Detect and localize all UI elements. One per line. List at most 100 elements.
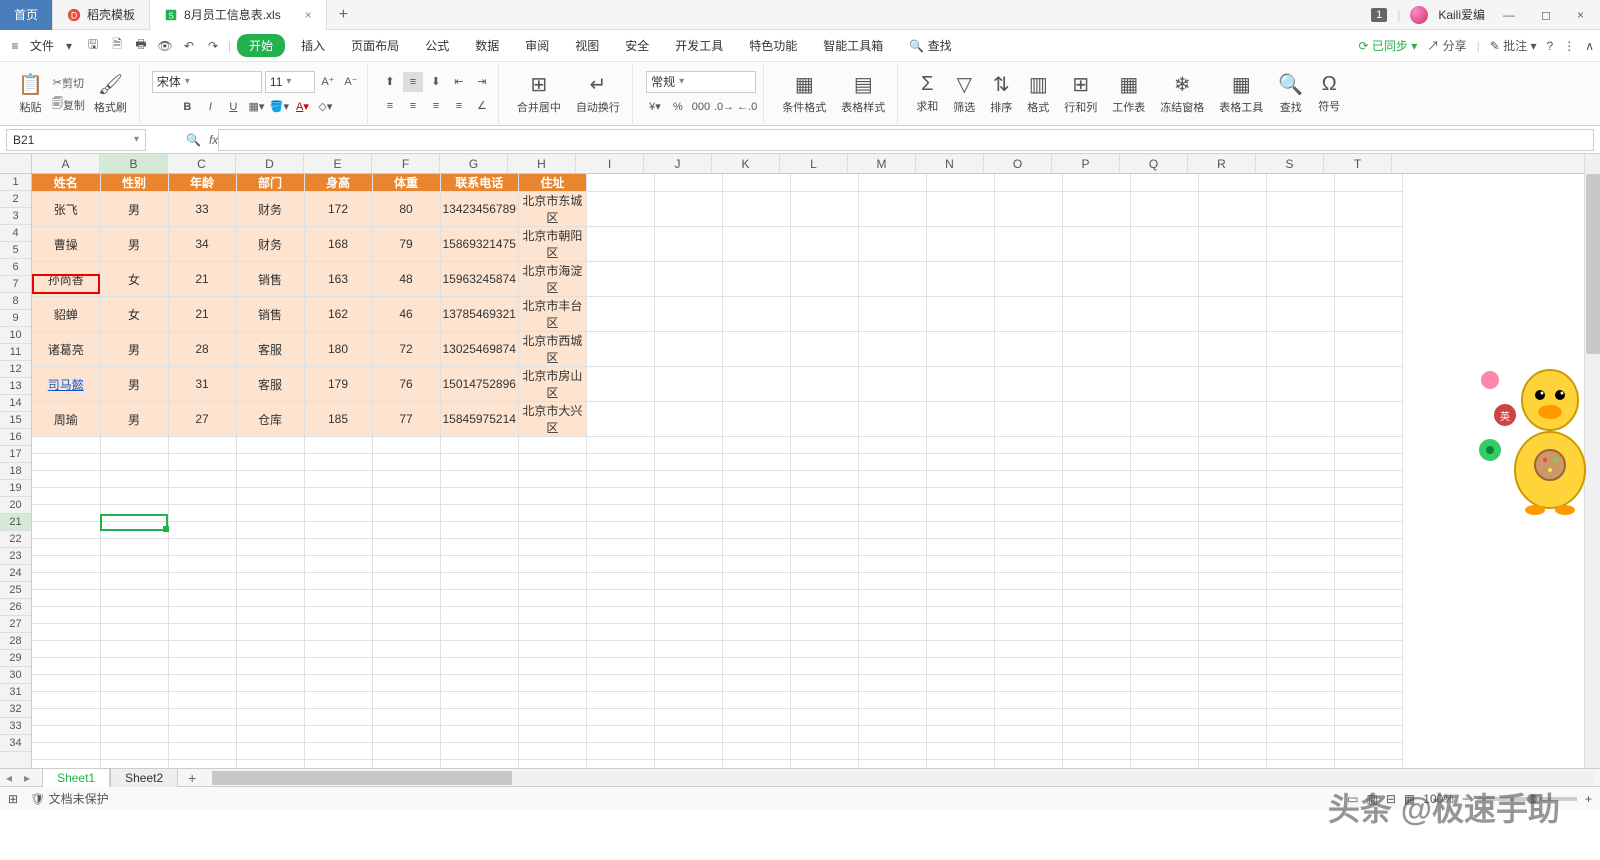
col-header-T[interactable]: T — [1324, 154, 1392, 173]
row-header-25[interactable]: 25 — [0, 582, 31, 599]
cell[interactable] — [1266, 402, 1334, 437]
row-header-12[interactable]: 12 — [0, 361, 31, 378]
col-header-N[interactable]: N — [916, 154, 984, 173]
cell[interactable] — [994, 402, 1062, 437]
cell[interactable] — [1266, 590, 1334, 607]
cell[interactable] — [926, 590, 994, 607]
tabletool-button[interactable]: ▦表格工具 — [1213, 70, 1269, 117]
cell[interactable] — [1198, 590, 1266, 607]
cell[interactable] — [372, 471, 440, 488]
cell[interactable] — [1130, 522, 1198, 539]
cell[interactable] — [440, 743, 518, 760]
cell[interactable]: 北京市西城区 — [518, 332, 586, 367]
cell[interactable] — [1130, 675, 1198, 692]
cell[interactable]: 男 — [100, 367, 168, 402]
cell[interactable] — [1130, 590, 1198, 607]
cell[interactable] — [1266, 556, 1334, 573]
cell[interactable]: 34 — [168, 227, 236, 262]
cell[interactable] — [1062, 556, 1130, 573]
cell[interactable] — [926, 297, 994, 332]
cell[interactable] — [1198, 522, 1266, 539]
paste-button[interactable]: 📋粘贴 — [12, 70, 49, 117]
sort-button[interactable]: ⇅排序 — [984, 70, 1018, 117]
cell[interactable] — [1198, 675, 1266, 692]
cell[interactable] — [1266, 174, 1334, 192]
find-button[interactable]: 🔍查找 — [1272, 70, 1309, 117]
cell[interactable] — [926, 539, 994, 556]
cell[interactable] — [790, 297, 858, 332]
cell[interactable] — [1266, 760, 1334, 769]
sheet-tab-1[interactable]: Sheet1 — [42, 768, 110, 787]
cell[interactable] — [168, 658, 236, 675]
cell[interactable] — [1130, 437, 1198, 454]
cell[interactable] — [654, 192, 722, 227]
currency-icon[interactable]: ¥▾ — [645, 97, 665, 117]
cell[interactable] — [304, 726, 372, 743]
cell[interactable] — [518, 743, 586, 760]
cell[interactable]: 北京市海淀区 — [518, 262, 586, 297]
cell[interactable] — [654, 402, 722, 437]
cell[interactable] — [372, 760, 440, 769]
cell[interactable] — [518, 760, 586, 769]
cell[interactable] — [1266, 743, 1334, 760]
col-header-I[interactable]: I — [576, 154, 644, 173]
cell[interactable] — [100, 573, 168, 590]
cell[interactable] — [1198, 192, 1266, 227]
cell[interactable] — [518, 488, 586, 505]
cell[interactable] — [586, 505, 654, 522]
cell[interactable] — [236, 641, 304, 658]
cell[interactable] — [1266, 539, 1334, 556]
cell[interactable] — [858, 607, 926, 624]
cell[interactable]: 孙尚香 — [32, 262, 100, 297]
cell[interactable] — [1062, 454, 1130, 471]
cell[interactable] — [32, 743, 100, 760]
number-format-combo[interactable]: 常规▾ — [646, 71, 756, 93]
cell[interactable] — [926, 709, 994, 726]
cell[interactable] — [32, 624, 100, 641]
cell[interactable] — [440, 539, 518, 556]
row-header-3[interactable]: 3 — [0, 208, 31, 225]
cell[interactable] — [32, 437, 100, 454]
cell[interactable] — [1334, 607, 1402, 624]
undo-icon[interactable]: ↶ — [180, 37, 198, 55]
cell[interactable] — [1334, 692, 1402, 709]
cell[interactable] — [722, 590, 790, 607]
cell[interactable] — [1198, 505, 1266, 522]
cell[interactable] — [722, 624, 790, 641]
cell[interactable] — [790, 227, 858, 262]
cell[interactable] — [518, 539, 586, 556]
cell[interactable] — [236, 539, 304, 556]
cell[interactable] — [372, 590, 440, 607]
cell[interactable] — [518, 624, 586, 641]
cell[interactable] — [722, 658, 790, 675]
formula-input[interactable] — [218, 129, 1594, 151]
cell[interactable] — [858, 332, 926, 367]
cell[interactable]: 15869321475 — [440, 227, 518, 262]
cell[interactable] — [722, 471, 790, 488]
cell[interactable] — [1266, 227, 1334, 262]
format-painter-button[interactable]: 🖌格式刷 — [88, 70, 133, 117]
cell[interactable] — [722, 573, 790, 590]
cell[interactable] — [586, 658, 654, 675]
menu-search[interactable]: 🔍 查找 — [899, 33, 961, 58]
cell[interactable] — [1062, 590, 1130, 607]
cell[interactable] — [722, 262, 790, 297]
cell[interactable]: 31 — [168, 367, 236, 402]
cell[interactable] — [372, 641, 440, 658]
cell[interactable] — [440, 624, 518, 641]
save-icon[interactable]: 🖫 — [84, 37, 102, 55]
cell[interactable] — [586, 573, 654, 590]
cell[interactable] — [994, 437, 1062, 454]
cell[interactable] — [372, 624, 440, 641]
font-size-combo[interactable]: 11▾ — [265, 71, 315, 93]
cell[interactable] — [994, 607, 1062, 624]
cell[interactable] — [1266, 192, 1334, 227]
cell[interactable] — [1198, 573, 1266, 590]
cell[interactable] — [1266, 505, 1334, 522]
cell[interactable] — [518, 607, 586, 624]
cell[interactable] — [790, 658, 858, 675]
add-sheet-button[interactable]: + — [178, 770, 206, 786]
cell[interactable] — [1062, 539, 1130, 556]
cell[interactable] — [1062, 607, 1130, 624]
cell[interactable] — [1334, 488, 1402, 505]
